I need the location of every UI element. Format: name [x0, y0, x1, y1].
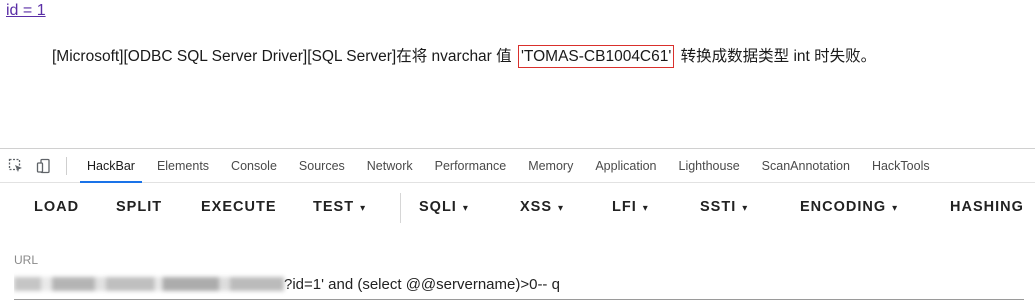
tab-console[interactable]: Console: [220, 149, 288, 182]
url-input-underline: [14, 299, 1024, 300]
chevron-down-icon: ▾: [558, 203, 565, 214]
execute-button[interactable]: EXECUTE: [201, 199, 277, 215]
tab-hacktools[interactable]: HackTools: [861, 149, 941, 182]
tab-application[interactable]: Application: [584, 149, 667, 182]
redacted-host-blur: [14, 277, 284, 291]
chevron-down-icon: ▾: [892, 203, 899, 214]
servername-highlight: 'TOMAS-CB1004C61': [517, 45, 675, 68]
tab-sources[interactable]: Sources: [288, 149, 356, 182]
hashing-dropdown[interactable]: HASHING: [950, 199, 1024, 215]
hackbar-toolbar: LOAD SPLIT EXECUTE TEST ▾ SQLI ▾ XSS ▾ LFI ▾…: [0, 183, 1035, 235]
devtools-panel: HackBar Elements Console Sources Network Perf…: [0, 148, 1035, 303]
error-prefix: [Microsoft][ODBC SQL Server Driver][SQL …: [52, 48, 516, 65]
chevron-down-icon: ▾: [742, 203, 749, 214]
xss-dropdown[interactable]: XSS ▾: [520, 199, 564, 215]
chevron-down-icon: ▾: [642, 203, 649, 214]
error-message: [Microsoft][ODBC SQL Server Driver][SQL …: [52, 44, 877, 68]
tab-scanannotation[interactable]: ScanAnnotation: [751, 149, 861, 182]
tab-hackbar[interactable]: HackBar: [76, 149, 146, 183]
devtools-tabs: HackBar Elements Console Sources Network Perf…: [76, 149, 941, 183]
test-dropdown[interactable]: TEST ▾: [313, 199, 366, 215]
id-link[interactable]: id = 1: [6, 2, 46, 20]
split-button[interactable]: SPLIT: [116, 199, 162, 215]
tab-lighthouse[interactable]: Lighthouse: [668, 149, 751, 182]
error-suffix: 转换成数据类型 int 时失败。: [676, 48, 877, 65]
tab-network[interactable]: Network: [356, 149, 424, 182]
tab-performance[interactable]: Performance: [424, 149, 518, 182]
lfi-dropdown[interactable]: LFI ▾: [612, 199, 649, 215]
tabbar-divider: [66, 157, 67, 175]
ssti-dropdown[interactable]: SSTI ▾: [700, 199, 748, 215]
tab-elements[interactable]: Elements: [146, 149, 220, 182]
device-toolbar-icon[interactable]: [36, 158, 52, 174]
load-button[interactable]: LOAD: [34, 199, 79, 215]
encoding-dropdown[interactable]: ENCODING ▾: [800, 199, 898, 215]
tab-memory[interactable]: Memory: [517, 149, 584, 182]
toolbar-divider: [400, 193, 401, 223]
url-label: URL: [14, 253, 39, 267]
url-input[interactable]: ?id=1' and (select @@servername)>0-- q: [14, 271, 1024, 297]
chevron-down-icon: ▾: [360, 203, 367, 214]
chevron-down-icon: ▾: [462, 203, 469, 214]
inspect-element-icon[interactable]: [8, 158, 24, 174]
url-query-text: ?id=1' and (select @@servername)>0-- q: [284, 275, 560, 293]
sqli-dropdown[interactable]: SQLI ▾: [419, 199, 469, 215]
devtools-tabbar: HackBar Elements Console Sources Network Perf…: [0, 149, 1035, 183]
